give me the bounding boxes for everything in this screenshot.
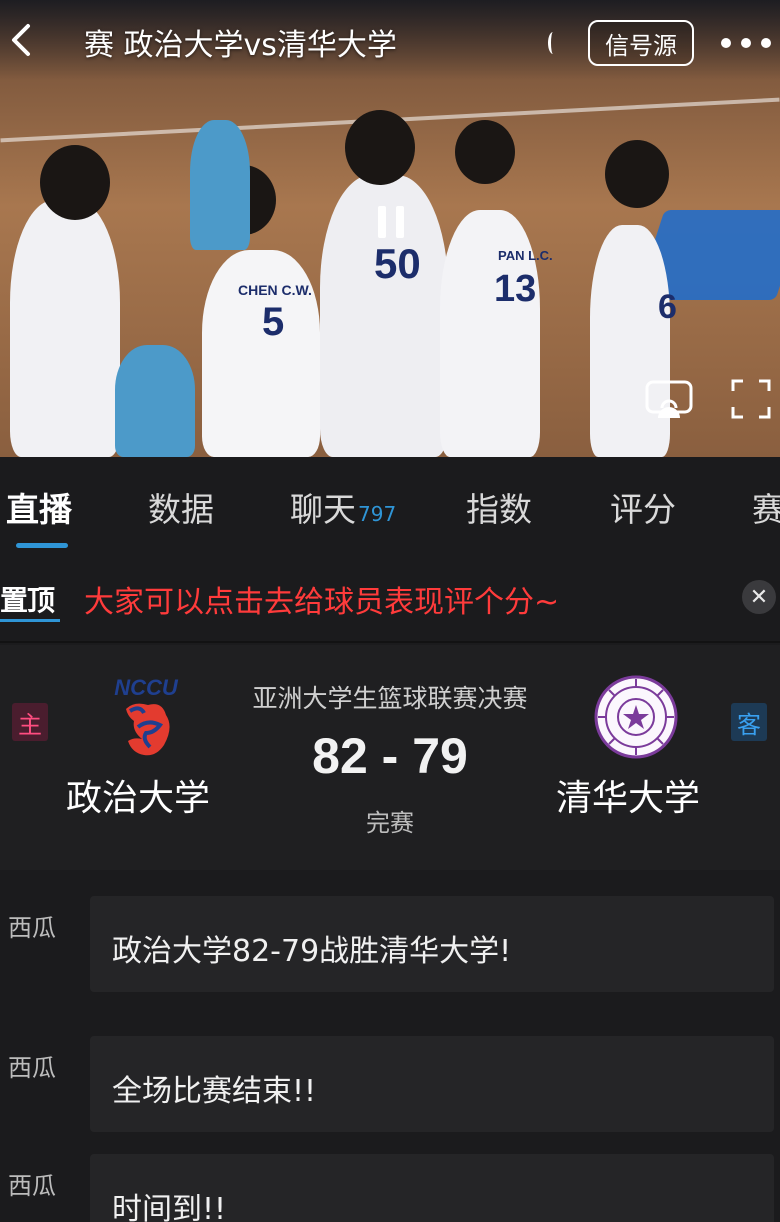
notice-text[interactable]: 大家可以点击去给球员表现评个分~: [84, 577, 559, 621]
jersey-number: 6: [658, 288, 677, 326]
tab-data[interactable]: 数据: [148, 483, 214, 531]
player-head: [345, 110, 415, 185]
pinned-notice[interactable]: 置顶 大家可以点击去给球员表现评个分~ ✕: [0, 557, 780, 643]
back-button[interactable]: [4, 18, 44, 62]
more-dots-icon: [721, 38, 771, 48]
active-tab-indicator: [16, 543, 68, 548]
away-tag: 客: [731, 703, 767, 741]
tab-chat[interactable]: 聊天 797: [290, 483, 396, 531]
pause-button[interactable]: [372, 200, 410, 244]
jersey-number: 5: [262, 300, 285, 344]
cast-button[interactable]: [644, 378, 694, 422]
pinned-tag-label: 置顶: [0, 584, 55, 617]
feed-bubble: 政治大学82-79战胜清华大学!: [90, 896, 774, 992]
feed-bubble: 时间到!!: [90, 1154, 774, 1222]
feed-author: 西瓜: [8, 1172, 56, 1200]
away-team-logo[interactable]: [594, 675, 678, 759]
player: [115, 345, 195, 457]
close-icon: ✕: [749, 584, 769, 610]
video-title: 赛 政治大学vs清华大学: [84, 28, 397, 63]
jersey-number: 50: [374, 240, 421, 287]
feed-author: 西瓜: [8, 914, 56, 942]
tab-schedule[interactable]: 赛: [752, 483, 780, 531]
tab-label: 聊天: [290, 490, 356, 529]
player: [190, 120, 250, 250]
video-player[interactable]: 5 50 13 6 CHEN C.W. PAN L.C. 赛 政治大学vs清华大…: [0, 0, 780, 457]
scoreboard: 主 NCCU 政治大学 亚洲大学生篮球联赛决赛 82 - 79 完赛 清华大学 …: [0, 645, 780, 870]
cast-icon: [645, 380, 693, 418]
fullscreen-icon: [731, 379, 771, 419]
tab-label: 赛: [752, 490, 780, 529]
signal-source-button[interactable]: 信号源: [588, 20, 694, 66]
pause-icon: [378, 206, 404, 238]
tab-live[interactable]: 直播: [6, 483, 72, 531]
player-head: [605, 140, 669, 208]
more-button[interactable]: [718, 28, 774, 58]
close-notice-button[interactable]: ✕: [742, 580, 776, 614]
tab-index[interactable]: 指数: [466, 483, 532, 531]
divider: [548, 32, 558, 54]
pinned-tag: 置顶: [0, 579, 60, 622]
tab-rating[interactable]: 评分: [610, 483, 676, 531]
feed-text: 政治大学82-79战胜清华大学!: [112, 934, 512, 969]
feed-bubble: 全场比赛结束!!: [90, 1036, 774, 1132]
player: [10, 200, 120, 457]
jersey-name-label: PAN L.C.: [498, 248, 553, 263]
tab-label: 评分: [610, 490, 676, 529]
live-feed[interactable]: 西瓜 政治大学82-79战胜清华大学! 西瓜 全场比赛结束!! 西瓜 时间到!!: [0, 870, 780, 1222]
feed-text: 全场比赛结束!!: [112, 1074, 317, 1109]
player-head: [40, 145, 110, 220]
tab-label: 指数: [466, 490, 532, 529]
player: [590, 225, 670, 457]
away-team-name[interactable]: 清华大学: [556, 769, 700, 821]
pinned-tag-underline: [0, 619, 60, 622]
fullscreen-button[interactable]: [730, 378, 772, 420]
chevron-left-icon: [12, 24, 30, 56]
jersey-name-label: CHEN C.W.: [238, 282, 312, 298]
player-head: [455, 120, 515, 184]
tab-bar: 直播 数据 聊天 797 指数 评分 赛: [0, 457, 780, 557]
tab-label: 直播: [6, 490, 72, 529]
feed-text: 时间到!!: [112, 1192, 227, 1222]
tsinghua-seal-icon: [594, 675, 678, 759]
tab-label: 数据: [148, 490, 214, 529]
chat-count-badge: 797: [358, 502, 397, 526]
feed-author: 西瓜: [8, 1054, 56, 1082]
jersey-number: 13: [494, 268, 537, 310]
